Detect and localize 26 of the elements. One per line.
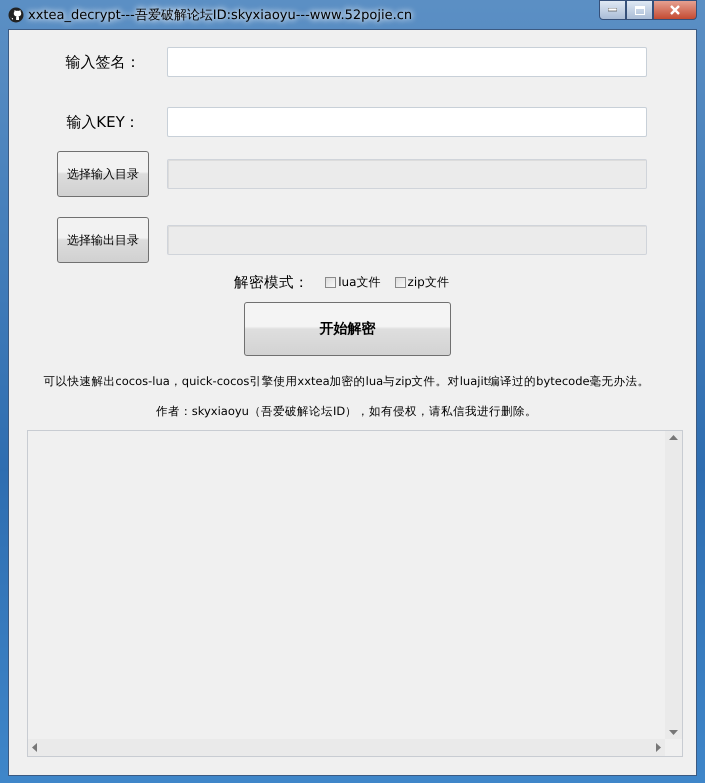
field-label: 输入KEY：	[65, 112, 141, 132]
checkbox-label[interactable]: zip文件	[408, 274, 449, 291]
vertical-scrollbar[interactable]	[665, 431, 682, 739]
scroll-down-icon[interactable]	[669, 730, 678, 735]
horizontal-scrollbar[interactable]	[28, 739, 665, 756]
info-text: 可以快速解出cocos-lua，quick-cocos引擎使用xxtea加密的lua与zip文件。对luajit编译过的bytecode毫无办法。	[42, 373, 651, 390]
field-label: 输入签名：	[64, 52, 142, 72]
checkbox-label[interactable]: lua文件	[338, 274, 381, 291]
input-field[interactable]	[167, 107, 647, 137]
input-field[interactable]	[167, 47, 647, 77]
info-text: 作者：skyxiaoyu（吾爱破解论坛ID），如有侵权，请私信我进行删除。	[154, 403, 538, 420]
mode-label: 解密模式：	[234, 274, 310, 292]
checkbox[interactable]	[325, 277, 336, 288]
scroll-right-icon[interactable]	[656, 743, 661, 752]
scroll-left-icon[interactable]	[32, 743, 37, 752]
close-icon	[669, 5, 681, 15]
app-icon	[8, 6, 24, 22]
start-decrypt-button[interactable]: 开始解密	[244, 302, 451, 356]
window-title: xxtea_decrypt---吾爱破解论坛ID:skyxiaoyu---www.52pojie.cn	[28, 6, 412, 24]
maximize-icon	[634, 6, 644, 14]
checkbox[interactable]	[394, 277, 406, 288]
close-button[interactable]	[653, 0, 697, 20]
minimize-icon	[608, 8, 617, 12]
scroll-up-icon[interactable]	[669, 435, 678, 440]
minimize-button[interactable]	[599, 0, 626, 20]
maximize-button[interactable]	[626, 0, 653, 20]
